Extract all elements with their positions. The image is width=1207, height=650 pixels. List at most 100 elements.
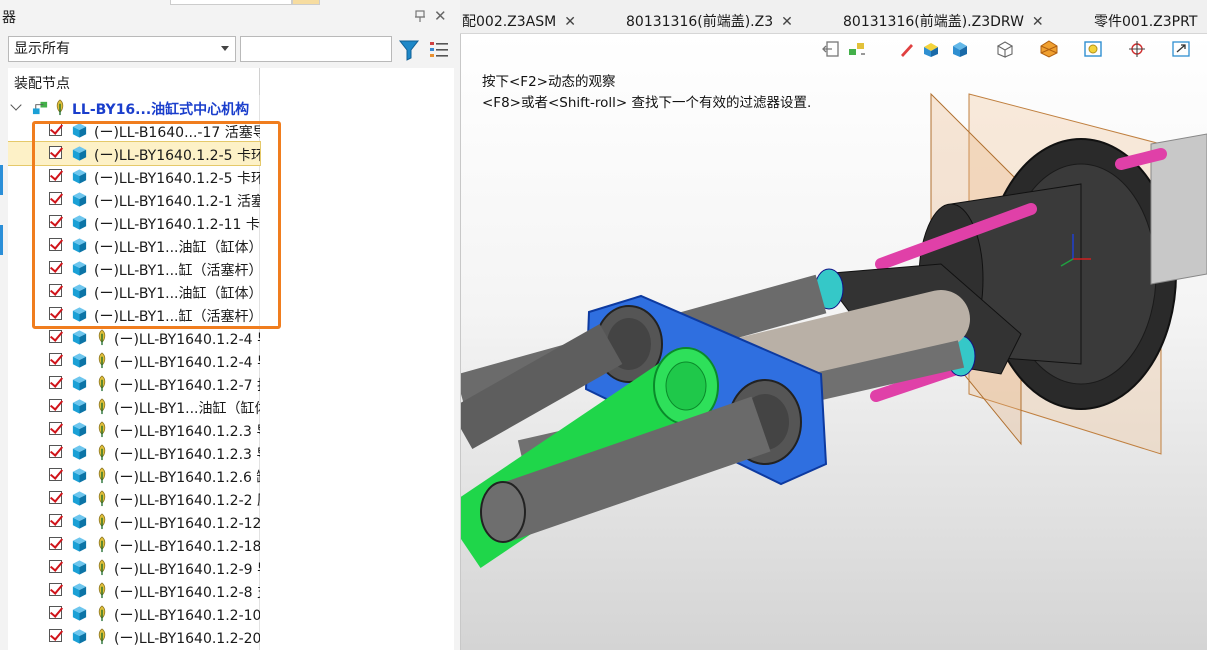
chevron-down-icon	[221, 46, 229, 51]
tree-header-label: 装配节点	[14, 76, 70, 92]
tree-item-row[interactable]: (ー)LL-BY1640.1.2-4 导	[8, 349, 260, 372]
part-cube-icon	[72, 606, 87, 621]
list-settings-icon[interactable]	[427, 38, 451, 62]
visibility-checkbox[interactable]	[49, 560, 62, 573]
tree-item-label: (ー)LL-BY1640.1.2-8 支	[114, 585, 260, 601]
tree-column-header[interactable]: 装配节点	[8, 68, 454, 96]
visibility-checkbox[interactable]	[49, 606, 62, 619]
tree-item-label: (ー)LL-BY1640.1.2.6 缸	[114, 470, 260, 486]
close-tab-icon[interactable]: ✕	[1032, 14, 1044, 30]
close-icon[interactable]: ✕	[434, 7, 447, 25]
feather-icon	[98, 536, 106, 553]
tree-item-row[interactable]: (ー)LL-BY1640.1.2.3 导	[8, 441, 260, 464]
pin-icon[interactable]	[414, 10, 426, 22]
filter-dropdown[interactable]: 显示所有	[8, 36, 236, 62]
assembly-icon	[32, 101, 48, 115]
visibility-checkbox[interactable]	[49, 491, 62, 504]
part-cube-icon	[72, 330, 87, 345]
tab-z3drw[interactable]: 80131316(前端盖).Z3DRW ✕	[843, 11, 1044, 31]
tree-item-label: (ー)LL-BY1640.1.2-18 支	[114, 539, 260, 555]
visibility-checkbox[interactable]	[49, 422, 62, 435]
search-input[interactable]	[240, 36, 392, 62]
visibility-checkbox[interactable]	[49, 537, 62, 550]
expand-chevron-icon[interactable]	[10, 99, 22, 111]
tree-item-label: (ー)LL-BY1640.1.2-2 压	[114, 493, 260, 509]
tree-item-row[interactable]: (ー)LL-BY1640.1.2-7 托	[8, 372, 260, 395]
tree-item-label: (ー)LL-BY1...油缸（缸体	[114, 401, 260, 417]
side-marker	[0, 165, 3, 195]
toolbar-fragment-active	[292, 0, 320, 5]
feather-icon	[98, 329, 106, 346]
tree-item-label: (ー)LL-BY1640.1.2-9 导	[114, 562, 260, 578]
part-cube-icon	[72, 491, 87, 506]
tree-item-label: (ー)LL-BY1640.1.2-4 导	[114, 355, 260, 371]
visibility-checkbox[interactable]	[49, 399, 62, 412]
tree-item-row[interactable]: (ー)LL-BY1640.1.2-10 导	[8, 602, 260, 625]
document-tab-bar: 配002.Z3ASM ✕ 80131316(前端盖).Z3 ✕ 80131316(前…	[460, 0, 1207, 34]
side-strip	[0, 95, 8, 650]
tree-root-label: LL-BY16...油缸式中心机构	[72, 102, 250, 118]
part-cube-icon	[72, 514, 87, 529]
tree-item-row[interactable]: (ー)LL-BY1640.1.2-4 导	[8, 326, 260, 349]
visibility-checkbox[interactable]	[49, 629, 62, 642]
tree-item-row[interactable]: (ー)LL-BY1640.1.2-9 导	[8, 556, 260, 579]
feather-icon	[98, 490, 106, 507]
visibility-checkbox[interactable]	[49, 583, 62, 596]
part-cube-icon	[72, 445, 87, 460]
side-marker	[0, 225, 3, 255]
panel-title: 器	[2, 10, 16, 26]
tree-root-row[interactable]: LL-BY16...油缸式中心机构	[8, 96, 260, 119]
toolbar-fragment	[170, 0, 292, 5]
column-divider[interactable]	[259, 68, 260, 95]
visibility-checkbox[interactable]	[49, 330, 62, 343]
part-cube-icon	[72, 560, 87, 575]
feather-icon	[98, 628, 106, 645]
feather-icon	[98, 605, 106, 622]
part-cube-icon	[72, 353, 87, 368]
feather-icon	[56, 99, 64, 116]
tree-item-label: (ー)LL-BY1640.1.2-4 导	[114, 332, 260, 348]
feather-icon	[98, 398, 106, 415]
feather-icon	[98, 352, 106, 369]
feather-icon	[98, 559, 106, 576]
feather-icon	[98, 375, 106, 392]
filter-selected-value: 显示所有	[14, 41, 70, 57]
visibility-checkbox[interactable]	[49, 514, 62, 527]
visibility-checkbox[interactable]	[49, 376, 62, 389]
filter-icon[interactable]	[397, 38, 421, 62]
part-cube-icon	[72, 537, 87, 552]
close-tab-icon[interactable]: ✕	[564, 14, 576, 30]
tree-item-row[interactable]: (ー)LL-BY1640.1.2-8 支	[8, 579, 260, 602]
tree-item-row[interactable]: (ー)LL-BY1640.1.2-18 支	[8, 533, 260, 556]
highlight-annotation-box	[32, 121, 281, 329]
tree-item-row[interactable]: (ー)LL-BY1640.1.2-20 洼	[8, 625, 260, 648]
tree-item-row[interactable]: (ー)LL-BY1640.1.2-2 压	[8, 487, 260, 510]
feather-icon	[98, 421, 106, 438]
tree-item-row[interactable]: (ー)LL-BY1640.1.2-12 咽	[8, 510, 260, 533]
part-cube-icon	[72, 583, 87, 598]
part-cube-icon	[72, 629, 87, 644]
visibility-checkbox[interactable]	[49, 445, 62, 458]
tree-item-row[interactable]: (ー)LL-BY1...油缸（缸体	[8, 395, 260, 418]
tree-item-row[interactable]: (ー)LL-BY1640.1.2.6 缸	[8, 464, 260, 487]
part-cube-icon	[72, 376, 87, 391]
tab-z3prt[interactable]: 零件001.Z3PRT	[1094, 11, 1197, 31]
visibility-checkbox[interactable]	[49, 353, 62, 366]
tab-z3[interactable]: 80131316(前端盖).Z3 ✕	[626, 11, 793, 31]
close-tab-icon[interactable]: ✕	[781, 14, 793, 30]
tree-item-label: (ー)LL-BY1640.1.2.3 导	[114, 447, 260, 463]
cad-model-render[interactable]	[461, 34, 1207, 650]
panel-header: 器 ✕	[0, 0, 460, 34]
tree-item-label: (ー)LL-BY1640.1.2-7 托	[114, 378, 260, 394]
tree-item-label: (ー)LL-BY1640.1.2-20 洼	[114, 631, 260, 647]
tree-item-row[interactable]: (ー)LL-BY1640.1.2.3 导	[8, 418, 260, 441]
tab-label: 零件001.Z3PRT	[1094, 14, 1198, 30]
visibility-checkbox[interactable]	[49, 468, 62, 481]
tree-item-label: (ー)LL-BY1640.1.2-12 咽	[114, 516, 260, 532]
feather-icon	[98, 467, 106, 484]
tab-asm[interactable]: 配002.Z3ASM ✕	[462, 11, 576, 31]
tree-item-label: (ー)LL-BY1640.1.2.3 导	[114, 424, 260, 440]
tab-label: 配002.Z3ASM	[462, 14, 557, 30]
tab-label: 80131316(前端盖).Z3	[626, 14, 774, 30]
3d-viewport[interactable]: 按下<F2>动态的观察 <F8>或者<Shift-roll> 查找下一个有效的过…	[461, 34, 1207, 650]
